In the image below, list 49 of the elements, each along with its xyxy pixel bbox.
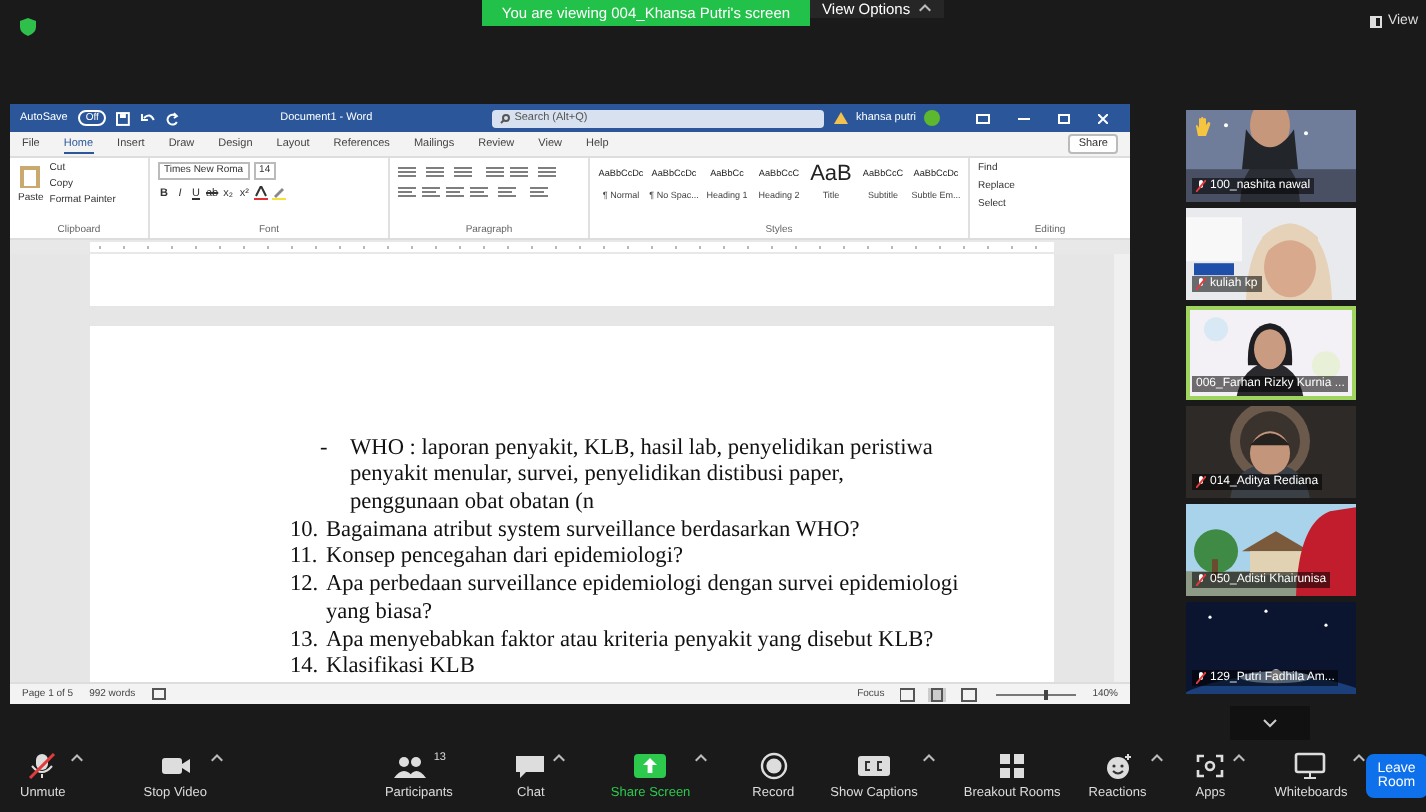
- share-screen-icon: [632, 752, 669, 780]
- muted-microphone-icon: [24, 752, 61, 780]
- view-mode-icons[interactable]: [900, 687, 981, 701]
- layout-icon: [1369, 15, 1382, 27]
- video-camera-icon: [157, 752, 194, 780]
- chat-icon: [512, 752, 549, 780]
- document-text: Klasifikasi KLB: [326, 654, 475, 682]
- participants-icon: [391, 752, 428, 780]
- maximize-icon[interactable]: [1058, 113, 1070, 123]
- captions-icon: [856, 752, 892, 780]
- whiteboard-icon: [1292, 752, 1329, 780]
- clipboard-icon[interactable]: [18, 162, 43, 188]
- document-text: WHO : laporan penyakit, KLB, hasil lab, penyelidikan peristiwa penyakit menular, survei, penyelidikan distibusi paper, penggunaan obat obatan (n: [350, 435, 935, 518]
- apps-icon: [1192, 752, 1229, 780]
- save-icon[interactable]: [116, 111, 131, 125]
- font-color-icon[interactable]: [254, 186, 269, 200]
- list-marker: 13.: [290, 627, 321, 655]
- zoom-slider-thumb[interactable]: [1044, 689, 1049, 699]
- warning-icon: [834, 112, 849, 124]
- ribbon-display-icon[interactable]: [976, 113, 990, 123]
- proofing-icon[interactable]: [151, 688, 166, 700]
- avatar[interactable]: [924, 110, 940, 126]
- caret-icon[interactable]: [552, 752, 567, 766]
- document-text: Bagaimana atribut system surveillance berdasarkan WHO?: [326, 517, 860, 545]
- list-marker: 14.: [290, 654, 321, 682]
- close-icon[interactable]: [1098, 113, 1108, 123]
- list-marker: 11.: [290, 544, 320, 573]
- chevron-down-icon: [1262, 718, 1278, 729]
- shield-icon[interactable]: [20, 18, 36, 36]
- caret-icon[interactable]: [210, 752, 225, 766]
- chevron-icon[interactable]: [918, 2, 933, 16]
- caret-icon[interactable]: [921, 752, 936, 766]
- document-text: Konsep pencegahan dari epidemiologi?: [326, 544, 683, 573]
- caret-icon[interactable]: [69, 752, 84, 766]
- search-icon: [500, 113, 511, 123]
- undo-icon[interactable]: [140, 111, 157, 125]
- caret-icon[interactable]: [694, 752, 709, 766]
- caret-icon[interactable]: [1150, 752, 1165, 766]
- document-text: Apa perbedaan surveillance epidemiologi dengan survei epidemiologi yang biasa?: [326, 572, 961, 628]
- document-text: Apa menyebabkan faktor atau kriteria penyakit yang disebut KLB?: [326, 627, 934, 655]
- scrollbar[interactable]: [1114, 254, 1130, 682]
- list-marker: -: [320, 435, 330, 464]
- minimize-icon[interactable]: [1018, 113, 1030, 123]
- redo-icon[interactable]: [166, 111, 181, 125]
- caret-icon[interactable]: [1351, 752, 1366, 766]
- record-icon: [755, 752, 792, 780]
- list-marker: 12.: [290, 572, 321, 601]
- list-marker: 10.: [290, 517, 321, 545]
- caret-icon[interactable]: [1232, 752, 1247, 766]
